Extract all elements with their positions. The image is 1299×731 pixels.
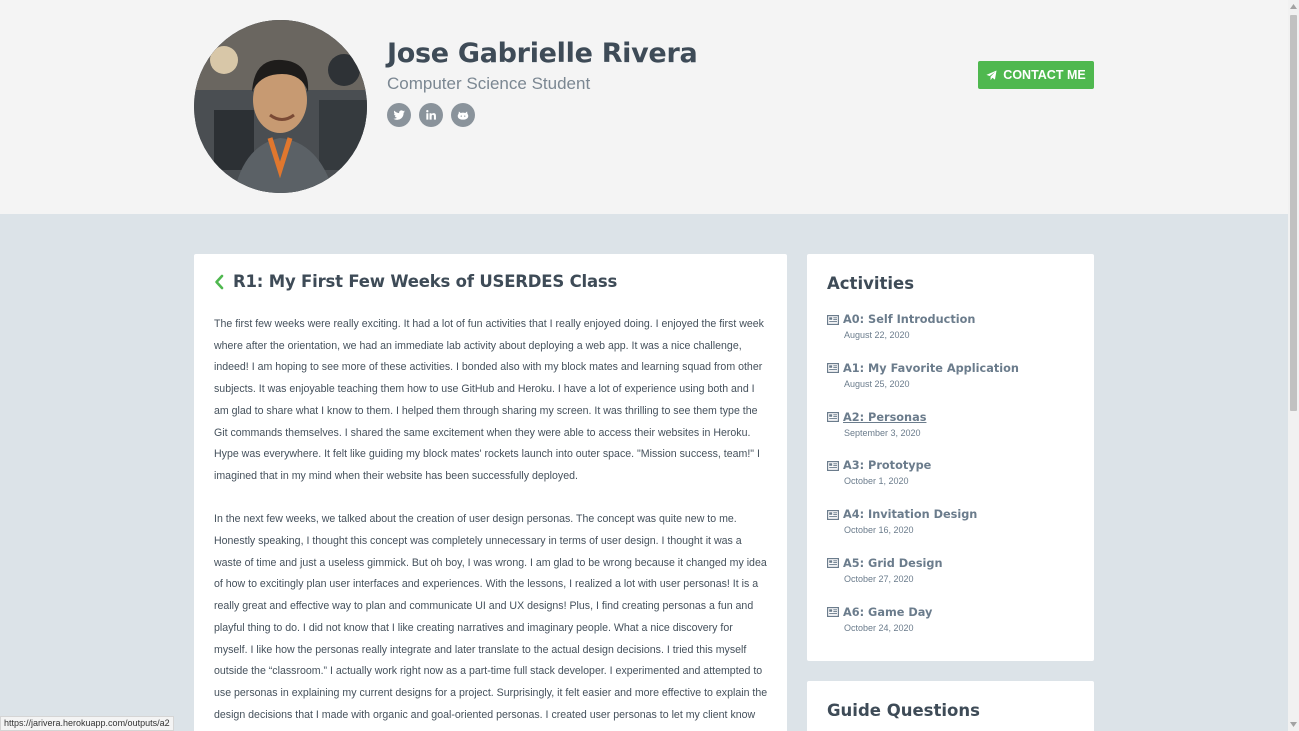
- activities-heading: Activities: [827, 274, 915, 293]
- twitter-link[interactable]: [387, 103, 411, 127]
- activity-date: August 22, 2020: [844, 330, 910, 340]
- activity-label: A6: Game Day: [843, 605, 933, 619]
- profile-avatar: [194, 20, 367, 193]
- linkedin-icon: [426, 110, 436, 120]
- newspaper-icon: [827, 558, 839, 569]
- profile-name: Jose Gabrielle Rivera: [387, 38, 698, 69]
- newspaper-icon: [827, 607, 839, 618]
- activity-date: September 3, 2020: [844, 427, 921, 438]
- activity-date: October 27, 2020: [844, 573, 914, 584]
- post-paragraph: In the next few weeks, we talked about t…: [214, 513, 768, 721]
- contact-me-button[interactable]: CONTACT ME: [978, 61, 1094, 89]
- post-paragraph: The first few weeks were really exciting…: [214, 318, 764, 482]
- post-title: R1: My First Few Weeks of USERDES Class: [233, 272, 618, 291]
- newspaper-icon: [827, 314, 839, 325]
- activity-link[interactable]: A6: Game Day: [827, 606, 1019, 619]
- activity-item: A6: Game Day October 24, 2020: [827, 606, 1019, 655]
- activity-label: A5: Grid Design: [843, 556, 943, 570]
- activity-label: A4: Invitation Design: [843, 508, 978, 522]
- activity-link[interactable]: A1: My Favorite Application: [827, 362, 1019, 375]
- post-body: The first few weeks were really exciting…: [214, 314, 769, 731]
- github-icon: [457, 111, 469, 120]
- newspaper-icon: [827, 412, 839, 423]
- activity-item: A4: Invitation Design October 16, 2020: [827, 508, 1019, 557]
- linkedin-link[interactable]: [419, 103, 443, 127]
- activity-label: A2: Personas: [843, 410, 927, 424]
- activity-link[interactable]: A4: Invitation Design: [827, 508, 1019, 521]
- activity-date: October 1, 2020: [844, 476, 909, 487]
- activity-link[interactable]: A5: Grid Design: [827, 557, 1019, 570]
- github-link[interactable]: [451, 103, 475, 127]
- activity-item: A5: Grid Design October 27, 2020: [827, 557, 1019, 606]
- status-bar-url: https://jarivera.herokuapp.com/outputs/a…: [0, 716, 174, 731]
- activity-link[interactable]: A2: Personas: [827, 411, 1019, 424]
- profile-photo: [194, 20, 367, 193]
- twitter-icon: [393, 110, 405, 120]
- newspaper-icon: [827, 509, 839, 520]
- profile-title: Computer Science Student: [387, 74, 591, 93]
- activity-label: A1: My Favorite Application: [843, 361, 1019, 375]
- post-header: R1: My First Few Weeks of USERDES Class: [214, 272, 617, 291]
- newspaper-icon: [827, 363, 839, 374]
- scrollbar-thumb[interactable]: [1290, 15, 1297, 411]
- activities-card: Activities A0: Self Introduction August 2…: [807, 254, 1094, 661]
- profile-header: Jose Gabrielle Rivera Computer Science S…: [0, 0, 1288, 214]
- chevron-left-icon[interactable]: [214, 274, 224, 290]
- guide-questions-heading: Guide Questions: [827, 701, 980, 720]
- guide-questions-card: Guide Questions: [807, 681, 1094, 731]
- activity-item: A0: Self Introduction August 22, 2020: [827, 313, 1019, 362]
- social-links: [387, 103, 475, 127]
- activity-label: A3: Prototype: [843, 459, 932, 473]
- scroll-down-arrow-icon[interactable]: [1288, 718, 1299, 731]
- activity-item: A3: Prototype October 1, 2020: [827, 459, 1019, 508]
- activity-date: October 24, 2020: [844, 622, 914, 633]
- activity-item: A2: Personas September 3, 2020: [827, 411, 1019, 460]
- vertical-scrollbar[interactable]: [1288, 0, 1299, 731]
- paper-plane-icon: [986, 69, 997, 80]
- activity-date: October 16, 2020: [844, 525, 914, 536]
- activity-item: A1: My Favorite Application August 25, 20…: [827, 362, 1019, 411]
- newspaper-icon: [827, 460, 839, 471]
- activity-link[interactable]: A0: Self Introduction: [827, 313, 1019, 326]
- scroll-up-arrow-icon[interactable]: [1288, 0, 1299, 13]
- contact-me-label: CONTACT ME: [1003, 68, 1086, 82]
- post-card: R1: My First Few Weeks of USERDES Class …: [194, 254, 787, 731]
- activity-date: August 25, 2020: [844, 378, 910, 389]
- activity-label: A0: Self Introduction: [843, 313, 976, 326]
- activities-list: A0: Self Introduction August 22, 2020 A1: …: [827, 313, 1019, 655]
- activity-link[interactable]: A3: Prototype: [827, 459, 1019, 472]
